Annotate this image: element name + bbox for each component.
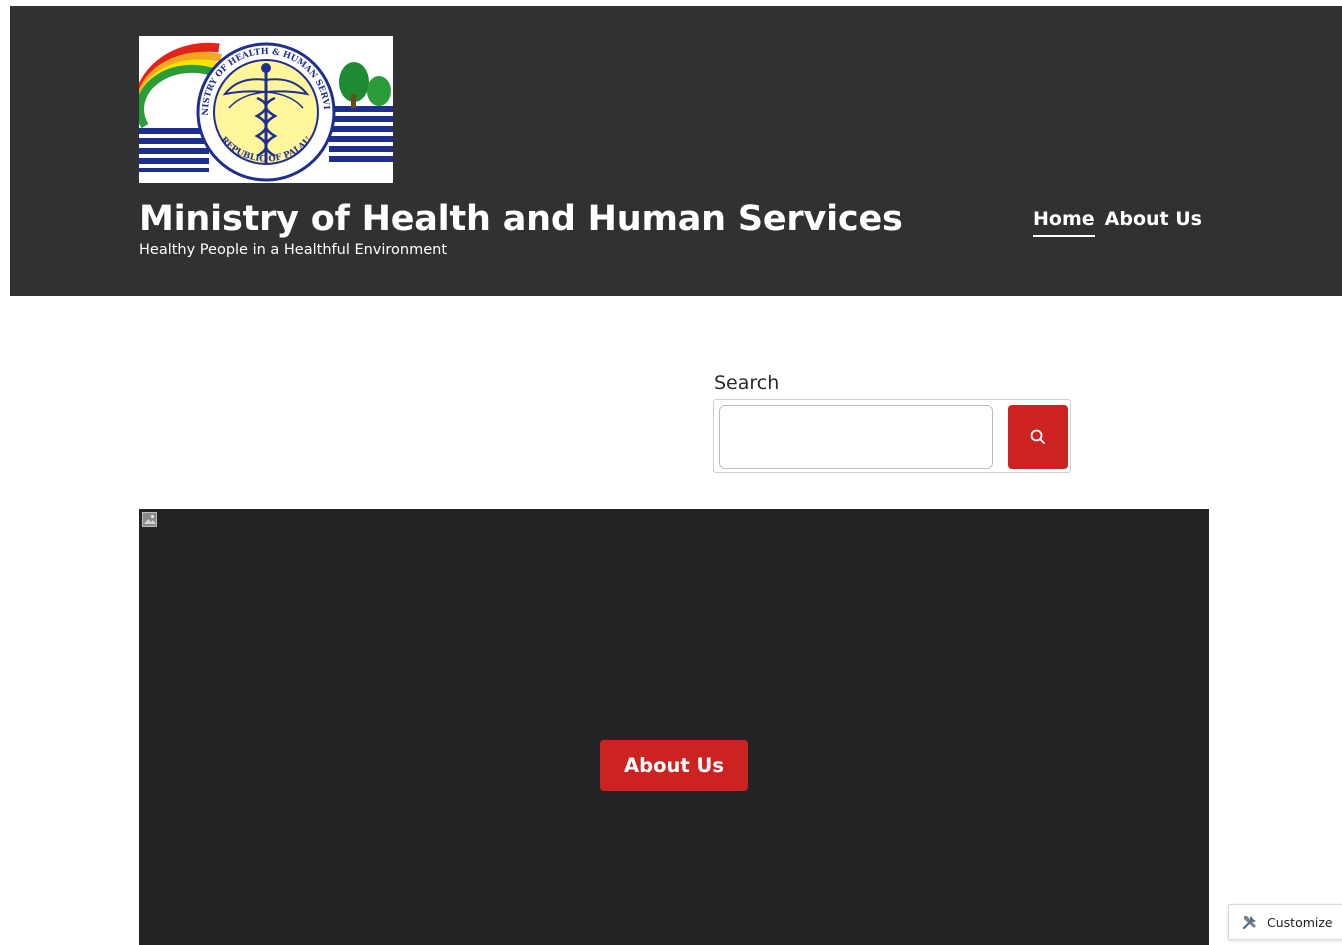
- customize-tools-icon: [1242, 916, 1256, 930]
- site-title[interactable]: Ministry of Health and Human Services: [139, 198, 903, 240]
- primary-navigation: Home About Us: [1033, 206, 1202, 237]
- search-form: [713, 399, 1071, 473]
- site-logo-link[interactable]: MINISTRY OF HEALTH & HUMAN SERVICES REPU…: [139, 36, 393, 183]
- nav-item-about-us[interactable]: About Us: [1105, 206, 1202, 237]
- customize-label: Customize: [1267, 914, 1333, 930]
- ministry-seal-logo: MINISTRY OF HEALTH & HUMAN SERVICES REPU…: [139, 36, 393, 183]
- search-input[interactable]: [719, 405, 993, 469]
- search-button[interactable]: [1008, 405, 1068, 469]
- cover-block: About Us: [139, 509, 1209, 945]
- about-us-button[interactable]: About Us: [600, 740, 748, 791]
- broken-image-icon: [142, 512, 157, 527]
- search-icon: [1030, 429, 1045, 444]
- site-header: MINISTRY OF HEALTH & HUMAN SERVICES REPU…: [10, 6, 1342, 296]
- site-tagline: Healthy People in a Healthful Environmen…: [139, 242, 448, 258]
- page: MINISTRY OF HEALTH & HUMAN SERVICES REPU…: [0, 0, 1342, 945]
- customize-button[interactable]: Customize: [1228, 904, 1342, 940]
- nav-item-home[interactable]: Home: [1033, 206, 1095, 237]
- search-label: Search: [714, 372, 780, 394]
